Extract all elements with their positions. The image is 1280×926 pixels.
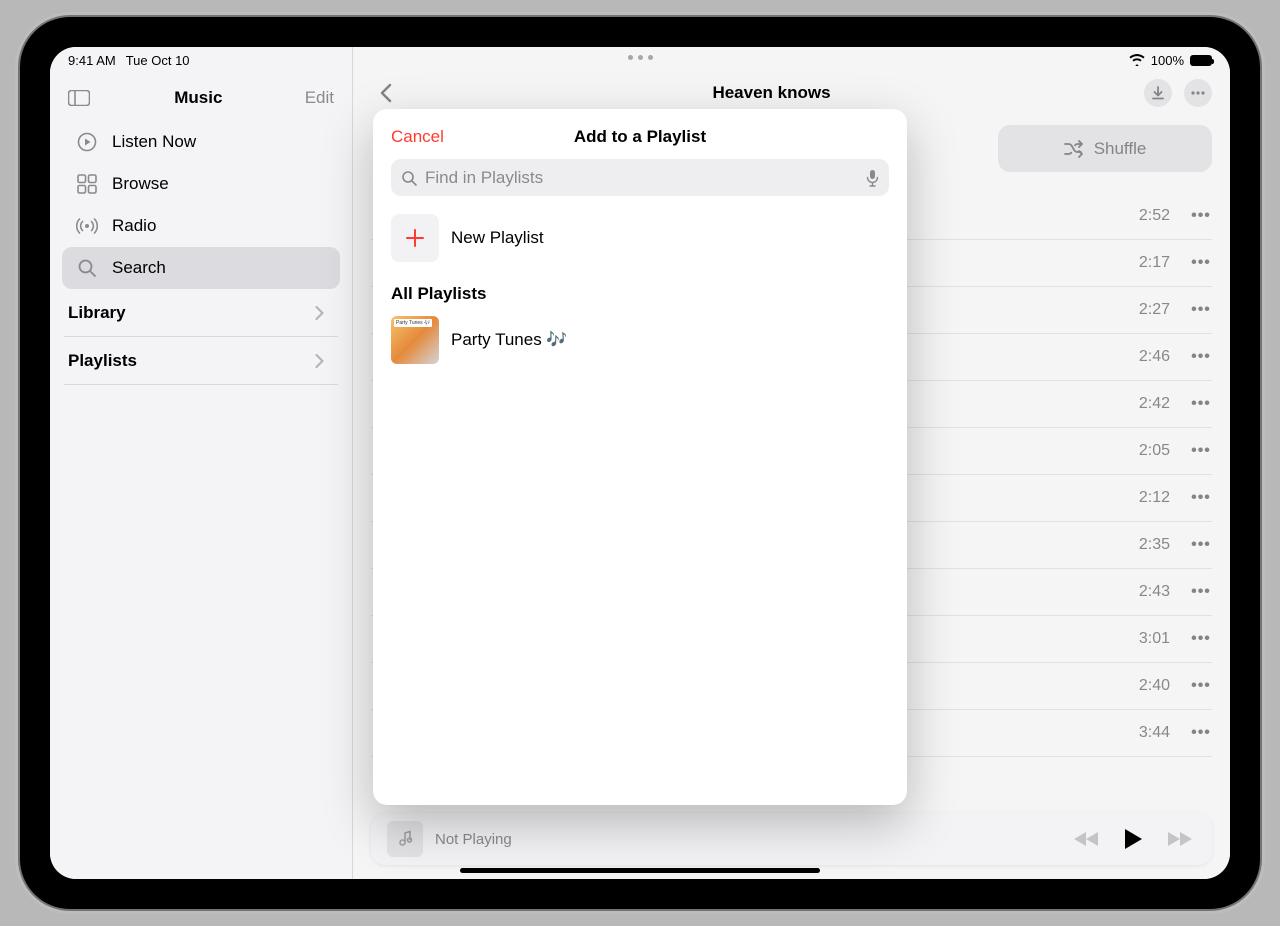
sidebar-item-search[interactable]: Search xyxy=(62,247,340,289)
add-to-playlist-dialog: Cancel Add to a Playlist New Playlist xyxy=(373,109,907,805)
sidebar: Music Edit Listen Now Browse xyxy=(50,47,353,879)
sidebar-section-library[interactable]: Library xyxy=(64,289,338,337)
search-input[interactable] xyxy=(425,168,858,188)
playlist-name: Party Tunes 🎶 xyxy=(451,330,568,350)
playlist-artwork xyxy=(391,316,439,364)
chevron-right-icon xyxy=(315,306,324,320)
cancel-button[interactable]: Cancel xyxy=(391,127,444,147)
section-label: Library xyxy=(68,303,126,323)
sidebar-item-label: Radio xyxy=(112,216,156,236)
dialog-title: Add to a Playlist xyxy=(373,127,907,147)
plus-icon xyxy=(391,214,439,262)
microphone-icon[interactable] xyxy=(866,169,879,187)
search-icon xyxy=(76,257,98,279)
sidebar-item-label: Listen Now xyxy=(112,132,196,152)
play-circle-icon xyxy=(76,131,98,153)
next-button[interactable] xyxy=(1162,822,1196,856)
grid-icon xyxy=(76,173,98,195)
sidebar-toggle-icon[interactable] xyxy=(66,87,92,109)
chevron-right-icon xyxy=(315,354,324,368)
all-playlists-heading: All Playlists xyxy=(373,278,907,310)
sidebar-item-label: Search xyxy=(112,258,166,278)
radio-icon xyxy=(76,215,98,237)
new-playlist-label: New Playlist xyxy=(451,228,544,248)
now-playing-bar[interactable]: Not Playing xyxy=(371,813,1212,865)
sidebar-title: Music xyxy=(92,88,305,108)
sidebar-item-listen-now[interactable]: Listen Now xyxy=(62,121,340,163)
new-playlist-button[interactable]: New Playlist xyxy=(373,196,907,278)
search-icon xyxy=(401,170,417,186)
screen: 9:41 AM Tue Oct 10 100% Music xyxy=(50,47,1230,879)
now-playing-artwork xyxy=(387,821,423,857)
sidebar-item-radio[interactable]: Radio xyxy=(62,205,340,247)
playlist-item[interactable]: Party Tunes 🎶 xyxy=(373,310,907,370)
sidebar-item-label: Browse xyxy=(112,174,169,194)
multitask-dots[interactable] xyxy=(50,55,1230,60)
sidebar-section-playlists[interactable]: Playlists xyxy=(64,337,338,385)
previous-button[interactable] xyxy=(1070,822,1104,856)
search-field[interactable] xyxy=(391,159,889,196)
play-button[interactable] xyxy=(1116,822,1150,856)
section-label: Playlists xyxy=(68,351,137,371)
ipad-frame: 9:41 AM Tue Oct 10 100% Music xyxy=(20,17,1260,909)
sidebar-item-browse[interactable]: Browse xyxy=(62,163,340,205)
home-indicator[interactable] xyxy=(460,868,820,873)
edit-button[interactable]: Edit xyxy=(305,88,334,108)
now-playing-label: Not Playing xyxy=(435,831,1058,848)
